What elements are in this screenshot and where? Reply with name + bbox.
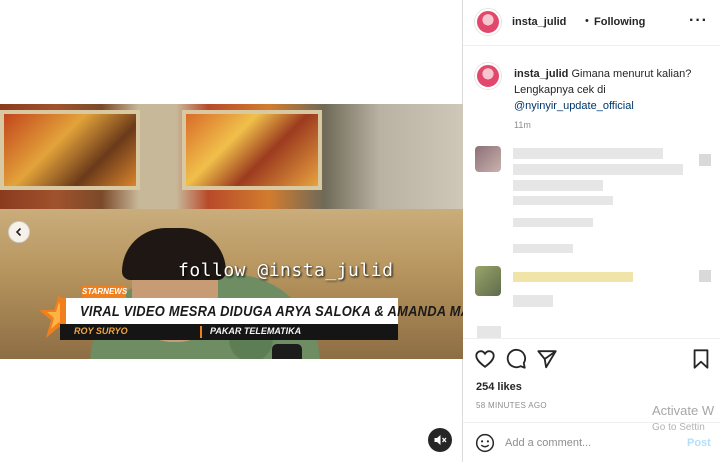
post-actions [463,338,720,378]
emoji-icon[interactable] [475,433,495,453]
blurred-comment-line [513,180,603,191]
blurred-comment-line [513,218,593,227]
news-brand-tag: STARNEWS [82,286,128,298]
blurred-comment-line [513,196,613,205]
news-headline: VIRAL VIDEO MESRA DIDUGA ARYA SALOKA & A… [80,303,463,320]
video-watermark: follow @insta_julid [178,260,394,281]
subtitle-bar: ROY SURYO PAKAR TELEMATIKA [60,324,398,340]
following-button[interactable]: Following [594,16,645,28]
comment-avatar [475,146,501,172]
post-video[interactable]: follow @insta_julid STARNEWS VIRAL VIDEO… [0,104,463,359]
comment-avatar [475,266,501,296]
post-header: insta_julid • Following ··· [463,0,720,46]
blurred-heart [699,154,711,166]
speaker-role: PAKAR TELEMATIKA [210,326,302,336]
blurred-comment-line [513,272,633,282]
speaker-name: ROY SURYO [74,326,128,336]
headline-bar: VIRAL VIDEO MESRA DIDUGA ARYA SALOKA & A… [60,298,463,324]
caption-text-block: insta_julid Gimana menurut kalian? Lengk… [514,66,714,114]
post-comment-button[interactable]: Post [687,437,711,449]
activate-windows-subtext: Go to Settin [652,422,705,433]
activate-windows-watermark: Activate W [652,403,715,418]
caption-timestamp: 11m [514,120,531,130]
media-pane: follow @insta_julid STARNEWS VIRAL VIDEO… [0,0,463,462]
news-lower-third: STARNEWS VIRAL VIDEO MESRA DIDUGA ARYA S… [38,286,463,346]
volume-off-icon [434,435,447,445]
wall-painting [182,110,322,190]
more-options-icon[interactable]: ··· [689,12,708,30]
post-caption: insta_julid Gimana menurut kalian? Lengk… [463,46,720,136]
comment-input[interactable] [505,433,675,453]
phone-in-hand [272,344,302,359]
blurred-comment-line [477,326,501,338]
header-username[interactable]: insta_julid [512,16,566,28]
chevron-left-icon [15,227,22,237]
caption-mention-link[interactable]: @nyinyir_update_official [514,100,634,112]
bookmark-icon[interactable] [690,348,712,370]
likes-count[interactable]: 254 likes [476,381,522,393]
blurred-comment-line [513,164,683,175]
comment-icon[interactable] [505,348,527,370]
post-side-panel: insta_julid • Following ··· insta_julid … [463,0,720,462]
caption-avatar[interactable] [475,63,501,89]
blurred-heart [699,270,711,282]
mute-button[interactable] [428,428,452,452]
heart-icon[interactable] [474,348,496,370]
blurred-comment-line [513,295,553,307]
avatar[interactable] [475,9,501,35]
caption-username[interactable]: insta_julid [514,68,568,80]
share-icon[interactable] [536,348,558,370]
post-age: 58 MINUTES AGO [476,401,547,410]
previous-button[interactable] [8,221,30,243]
blurred-comment-line [513,148,663,159]
blurred-comments [463,140,720,340]
blurred-comment-line [513,244,573,253]
subtitle-divider [200,326,202,338]
wall-painting [0,110,140,190]
header-separator: • [585,15,589,27]
